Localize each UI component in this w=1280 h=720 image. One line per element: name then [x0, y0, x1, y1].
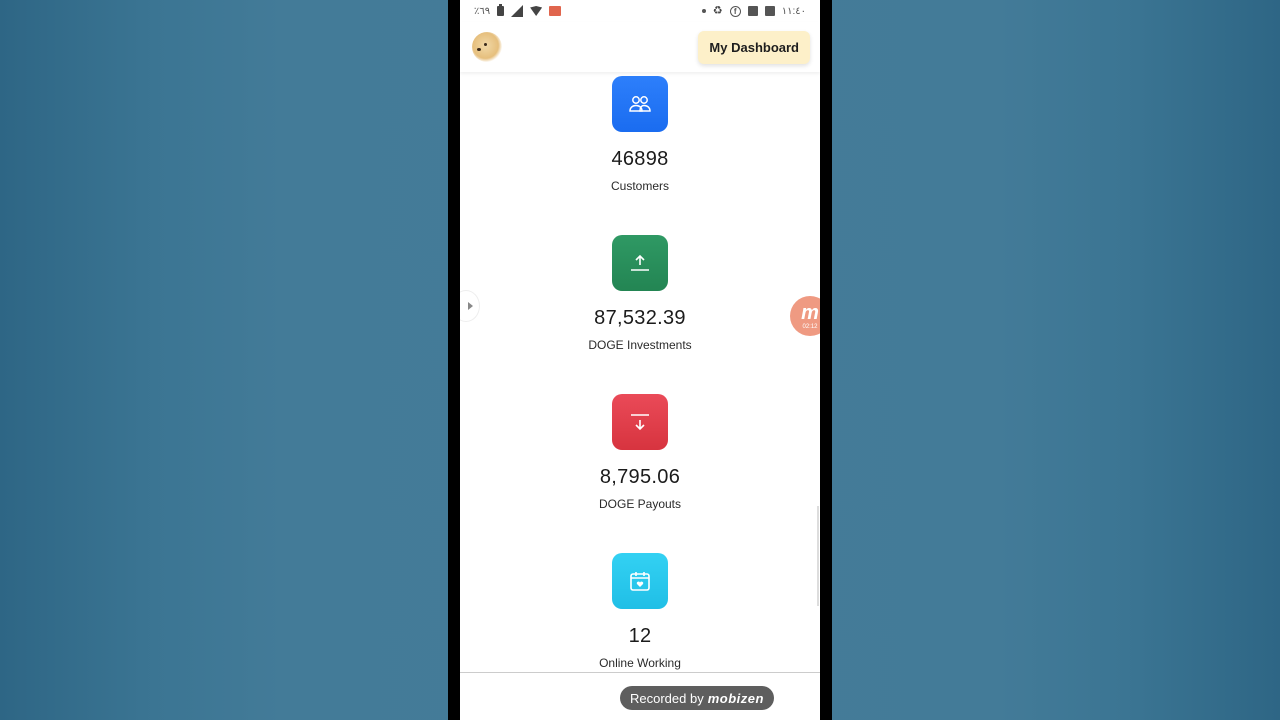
chevron-right-icon	[467, 302, 473, 310]
stat-customers: 46898 Customers	[460, 76, 820, 193]
download-icon	[631, 414, 649, 431]
wifi-icon	[530, 6, 543, 16]
my-dashboard-button[interactable]: My Dashboard	[698, 30, 810, 64]
investments-icon-tile	[612, 235, 668, 291]
sync-icon: ♻	[712, 4, 723, 17]
users-icon	[629, 96, 651, 112]
status-left: ٪٦٩	[474, 4, 562, 17]
investments-value: 87,532.39	[594, 307, 686, 329]
recorded-by-text: Recorded by	[630, 690, 704, 706]
app-header: My Dashboard	[460, 22, 820, 72]
scrollbar[interactable]	[817, 506, 819, 606]
calendar-heart-icon	[630, 572, 650, 591]
record-timer: 02:12	[802, 323, 818, 330]
facebook-icon: f	[729, 5, 741, 17]
customers-icon-tile	[612, 76, 668, 132]
cast-icon	[549, 6, 562, 16]
online-working-value: 12	[628, 625, 652, 647]
signal-icon	[511, 5, 524, 17]
status-right: ♻ f ١١:٤٠	[701, 4, 806, 17]
notification-dot-icon	[701, 9, 706, 13]
customers-value: 46898	[611, 148, 669, 170]
stat-investments: 87,532.39 DOGE Investments	[460, 235, 820, 352]
battery-icon	[497, 4, 505, 16]
news-icon	[747, 6, 758, 16]
status-bar: ٪٦٩ ♻ f ١١:٤٠	[460, 0, 820, 22]
upload-icon	[631, 254, 649, 271]
online-working-label: Online Working	[599, 656, 681, 670]
doge-logo[interactable]	[472, 32, 502, 62]
online-working-icon-tile	[612, 553, 668, 609]
payouts-icon-tile	[612, 394, 668, 450]
customers-label: Customers	[610, 179, 669, 193]
clock: ١١:٤٠	[781, 5, 806, 17]
battery-percent: ٪٦٩	[474, 5, 491, 17]
gallery-icon	[764, 6, 775, 16]
recorded-by-watermark: Recorded by mobizen	[620, 686, 774, 710]
phone-screen: ٪٦٩ ♻ f ١١:٤٠ My Dashboard 46898 Custome…	[460, 0, 820, 720]
mobizen-logo-icon: m	[801, 301, 819, 324]
stat-online-working: 12 Online Working	[460, 553, 820, 670]
mobizen-brand: mobizen	[707, 690, 764, 706]
payouts-value: 8,795.06	[599, 466, 681, 488]
investments-label: DOGE Investments	[588, 338, 692, 352]
stat-payouts: 8,795.06 DOGE Payouts	[460, 394, 820, 511]
payouts-label: DOGE Payouts	[598, 497, 682, 511]
